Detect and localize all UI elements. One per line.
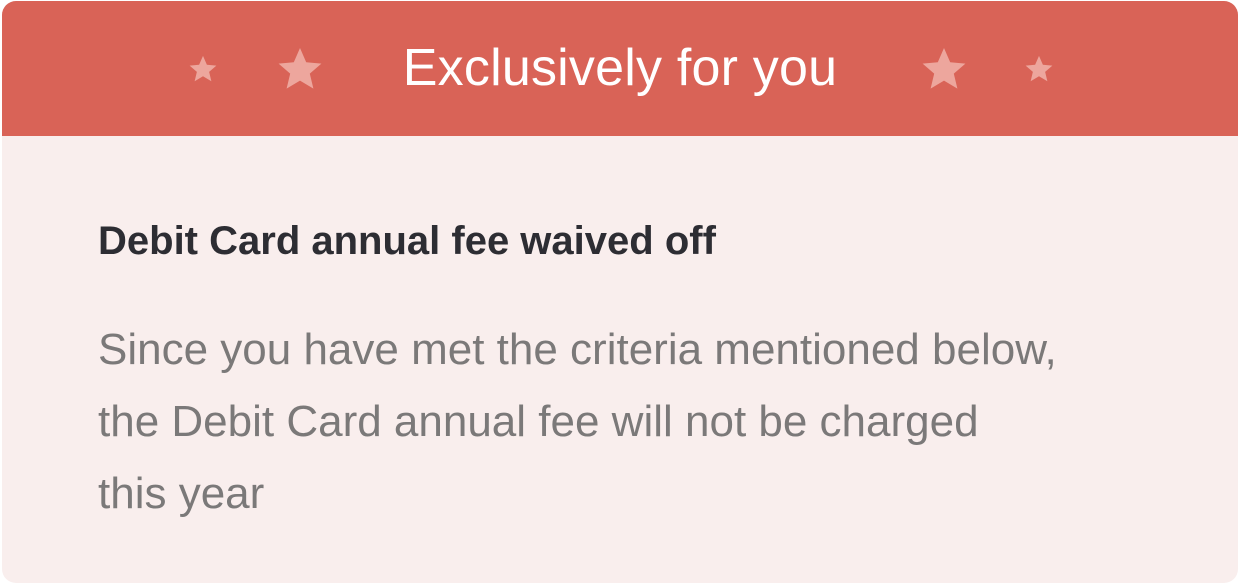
offer-description: Since you have met the criteria mentione… — [98, 325, 1057, 518]
offer-title: Debit Card annual fee waived off — [98, 219, 716, 263]
exclusive-banner: Exclusively for you — [2, 1, 1238, 136]
star-icon — [920, 45, 968, 93]
offer-card: Exclusively for you Debit Card annual fe… — [2, 1, 1238, 583]
star-icon — [1024, 54, 1054, 84]
offer-body: Debit Card annual fee waived off Since y… — [98, 136, 1158, 530]
